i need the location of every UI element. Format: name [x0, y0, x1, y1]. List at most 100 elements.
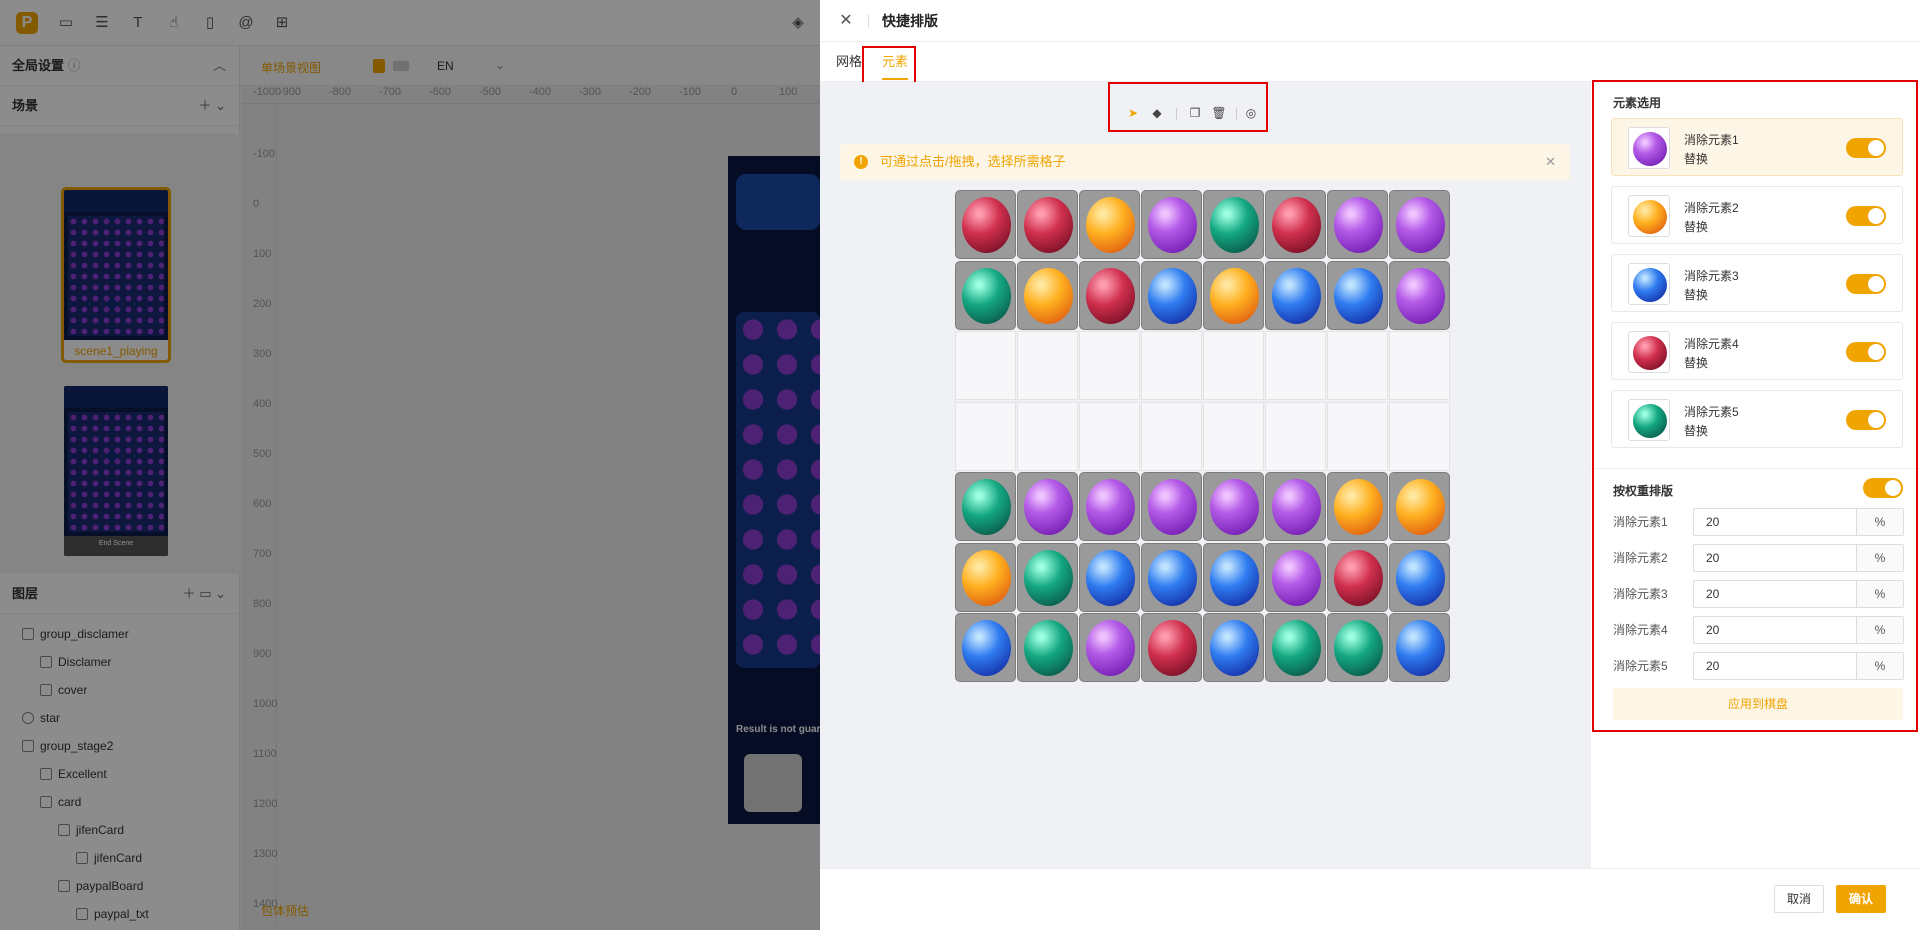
- board-cell[interactable]: [955, 401, 1016, 471]
- board-cell[interactable]: [1203, 190, 1264, 259]
- board-cell[interactable]: [1327, 190, 1388, 259]
- confirm-button[interactable]: 确认: [1836, 885, 1886, 913]
- board-cell[interactable]: [1203, 542, 1264, 612]
- purple-ball-icon: [1148, 479, 1197, 535]
- cancel-button[interactable]: 取消: [1774, 885, 1824, 913]
- red-ball-icon: [1148, 620, 1197, 676]
- board-cell[interactable]: [955, 190, 1016, 259]
- board-cell[interactable]: [1327, 331, 1388, 400]
- blue-ball-icon: [962, 620, 1011, 676]
- board-cell[interactable]: [1079, 260, 1140, 330]
- weight-input[interactable]: 20: [1693, 616, 1857, 644]
- board-cell[interactable]: [1017, 472, 1078, 541]
- board-cell[interactable]: [1265, 331, 1326, 400]
- board-cell[interactable]: [1327, 472, 1388, 541]
- replace-link[interactable]: 替换: [1684, 218, 1708, 235]
- board-cell[interactable]: [1265, 260, 1326, 330]
- board-cell[interactable]: [1141, 190, 1202, 259]
- blue-ball-icon: [1210, 549, 1259, 606]
- board-cell[interactable]: [1389, 331, 1450, 400]
- settings-circle-icon[interactable]: ◎: [1242, 104, 1260, 122]
- board-cell[interactable]: [1265, 190, 1326, 259]
- board-cell[interactable]: [1203, 260, 1264, 330]
- element-toggle[interactable]: [1846, 274, 1886, 294]
- board-cell[interactable]: [1203, 331, 1264, 400]
- board-cell[interactable]: [1327, 613, 1388, 682]
- replace-link[interactable]: 替换: [1684, 422, 1708, 439]
- board-cell[interactable]: [1017, 331, 1078, 400]
- board-cell[interactable]: [1327, 401, 1388, 471]
- weight-input[interactable]: 20: [1693, 544, 1857, 572]
- board-cell[interactable]: [955, 331, 1016, 400]
- element-toggle[interactable]: [1846, 342, 1886, 362]
- board-cell[interactable]: [1079, 542, 1140, 612]
- replace-link[interactable]: 替换: [1684, 286, 1708, 303]
- delete-icon[interactable]: 🗑: [1210, 104, 1228, 122]
- board-cell[interactable]: [1265, 472, 1326, 541]
- replace-link[interactable]: 替换: [1684, 150, 1708, 167]
- board-cell[interactable]: [955, 613, 1016, 682]
- board-cell[interactable]: [1389, 401, 1450, 471]
- board-cell[interactable]: [955, 542, 1016, 612]
- board-cell[interactable]: [1203, 401, 1264, 471]
- board-cell[interactable]: [955, 472, 1016, 541]
- board-cell[interactable]: [1079, 331, 1140, 400]
- board-cell[interactable]: [1141, 401, 1202, 471]
- element-toggle[interactable]: [1846, 206, 1886, 226]
- board-cell[interactable]: [955, 260, 1016, 330]
- element-card[interactable]: 消除元素3 替换: [1611, 254, 1903, 312]
- board-cell[interactable]: [1017, 260, 1078, 330]
- board-cell[interactable]: [1389, 472, 1450, 541]
- board-cell[interactable]: [1327, 260, 1388, 330]
- board-cell[interactable]: [1389, 190, 1450, 259]
- board-cell[interactable]: [1141, 472, 1202, 541]
- board-cell[interactable]: [1079, 190, 1140, 259]
- weight-input[interactable]: 20: [1693, 580, 1857, 608]
- weight-input[interactable]: 20: [1693, 652, 1857, 680]
- close-icon[interactable]: ✕: [836, 11, 856, 31]
- board-cell[interactable]: [1203, 472, 1264, 541]
- board-cell[interactable]: [1017, 401, 1078, 471]
- board-cell[interactable]: [1265, 542, 1326, 612]
- element-card[interactable]: 消除元素1 替换: [1611, 118, 1903, 176]
- board-cell[interactable]: [1389, 542, 1450, 612]
- board-cell[interactable]: [1141, 542, 1202, 612]
- section-divider: [1591, 468, 1920, 469]
- board-cell[interactable]: [1017, 613, 1078, 682]
- tip-close-icon[interactable]: ✕: [1545, 144, 1556, 180]
- replace-link[interactable]: 替换: [1684, 354, 1708, 371]
- board-cell[interactable]: [1389, 260, 1450, 330]
- board-cell[interactable]: [1203, 613, 1264, 682]
- copy-icon[interactable]: ❐: [1186, 104, 1204, 122]
- element-toggle[interactable]: [1846, 410, 1886, 430]
- element-toggle[interactable]: [1846, 138, 1886, 158]
- apply-to-board-button[interactable]: 应用到棋盘: [1613, 688, 1903, 720]
- board-cell[interactable]: [1079, 613, 1140, 682]
- modal-overlay[interactable]: [0, 0, 820, 930]
- drawer-footer: 取消 确认: [820, 868, 1920, 930]
- element-card[interactable]: 消除元素5 替换: [1611, 390, 1903, 448]
- weight-layout-toggle[interactable]: [1863, 478, 1903, 498]
- board-cell[interactable]: [1017, 190, 1078, 259]
- select-cursor-icon[interactable]: ➤: [1124, 104, 1142, 122]
- board-cell[interactable]: [1265, 613, 1326, 682]
- board-cell[interactable]: [1389, 613, 1450, 682]
- info-tip: ! 可通过点击/拖拽，选择所需格子 ✕: [840, 144, 1570, 180]
- board-cell[interactable]: [1079, 472, 1140, 541]
- tab-grid[interactable]: 网格: [836, 42, 862, 82]
- board-cell[interactable]: [1079, 401, 1140, 471]
- eraser-icon[interactable]: ◆: [1148, 104, 1166, 122]
- element-card[interactable]: 消除元素2 替换: [1611, 186, 1903, 244]
- board-cell[interactable]: [1141, 613, 1202, 682]
- board-cell[interactable]: [1265, 401, 1326, 471]
- weight-label: 消除元素4: [1613, 623, 1668, 637]
- board-cell[interactable]: [1017, 542, 1078, 612]
- tab-elements[interactable]: 元素: [874, 42, 916, 82]
- board-cell[interactable]: [1141, 331, 1202, 400]
- element-board[interactable]: [955, 190, 1455, 684]
- board-cell[interactable]: [1327, 542, 1388, 612]
- element2-ball-icon: [1633, 200, 1667, 234]
- weight-input[interactable]: 20: [1693, 508, 1857, 536]
- element-card[interactable]: 消除元素4 替换: [1611, 322, 1903, 380]
- board-cell[interactable]: [1141, 260, 1202, 330]
